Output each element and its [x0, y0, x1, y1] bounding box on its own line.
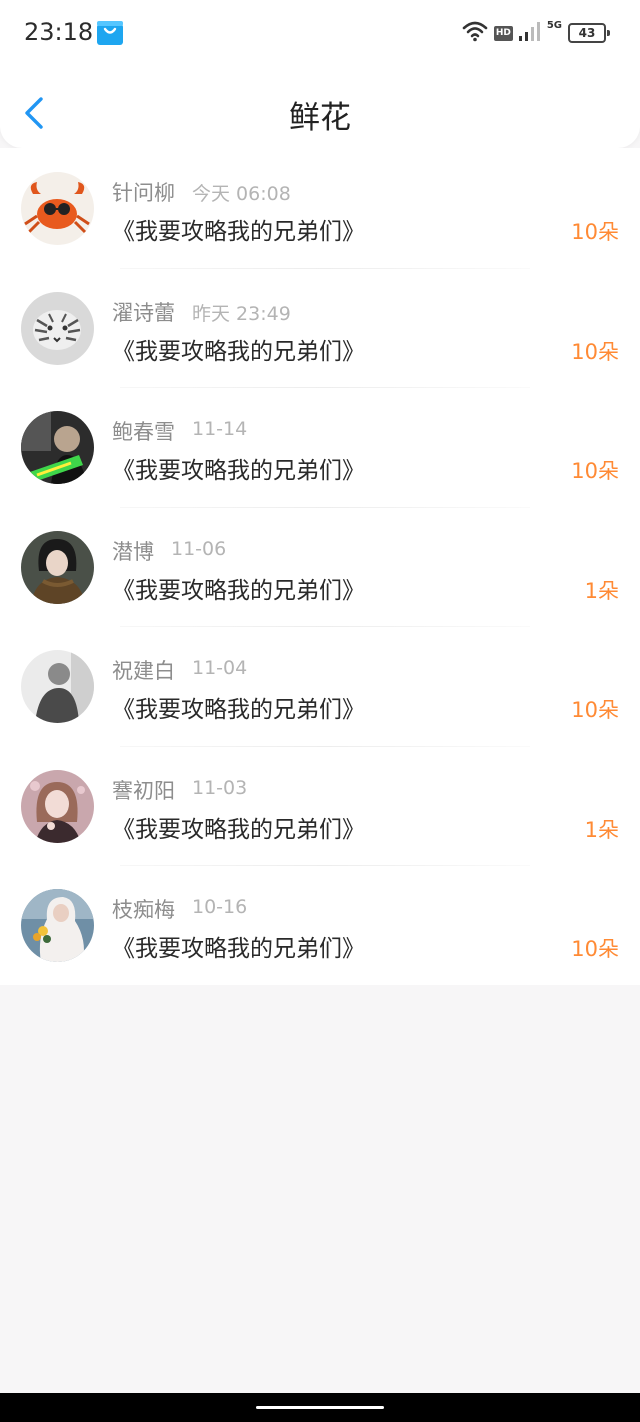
gift-list-item[interactable]: 鲍春雪 11-14 《我要攻略我的兄弟们》 10朵 [0, 387, 640, 507]
status-bar: 23:18 HD 5G 43 [0, 0, 640, 66]
book-title: 《我要攻略我的兄弟们》 [112, 816, 365, 843]
gift-date: 10-16 [192, 896, 248, 918]
sender-name: 祝建白 [112, 659, 175, 683]
sender-name: 謇初阳 [112, 778, 175, 803]
status-icons: HD 5G 43 [462, 20, 610, 46]
flower-count: 1朵 [584, 817, 619, 842]
gift-date: 11-06 [171, 537, 227, 560]
book-title: 《我要攻略我的兄弟们》 [112, 338, 365, 365]
crab-avatar[interactable] [21, 172, 94, 245]
grey-figure-avatar[interactable] [21, 650, 94, 723]
gift-list-item[interactable]: 针问柳 今天 06:08 《我要攻略我的兄弟们》 10朵 [0, 148, 640, 268]
sender-name: 枝痴梅 [112, 898, 175, 922]
book-title: 《我要攻略我的兄弟们》 [112, 936, 365, 962]
bride-bouquet-avatar[interactable] [21, 889, 94, 962]
hd-badge: HD [493, 25, 513, 41]
gift-date: 11-14 [192, 418, 248, 440]
book-title: 《我要攻略我的兄弟们》 [112, 458, 365, 484]
man-sticker-avatar[interactable] [21, 411, 94, 484]
gift-list-item[interactable]: 祝建白 11-04 《我要攻略我的兄弟们》 10朵 [0, 626, 640, 746]
sender-name: 针问柳 [112, 181, 175, 205]
network-type: 5G [546, 20, 562, 31]
signal-icon [518, 21, 541, 45]
status-time: 23:18 [24, 18, 94, 46]
sender-name: 潜博 [112, 539, 154, 564]
gift-list-item[interactable]: 濯诗蕾 昨天 23:49 《我要攻略我的兄弟们》 10朵 [0, 267, 640, 387]
flower-gift-list: 针问柳 今天 06:08 《我要攻略我的兄弟们》 10朵 濯诗蕾 昨天 23:4… [0, 148, 640, 985]
flower-count: 10朵 [571, 220, 619, 244]
shopping-bag-icon [96, 18, 124, 46]
gift-list-item[interactable]: 枝痴梅 10-16 《我要攻略我的兄弟们》 10朵 [0, 865, 640, 985]
sender-name: 濯诗蕾 [112, 300, 175, 325]
gift-date: 今天 06:08 [192, 183, 291, 205]
battery-indicator: 43 [568, 23, 610, 43]
home-indicator[interactable] [256, 1406, 384, 1409]
flower-count: 10朵 [571, 339, 619, 364]
sender-name: 鲍春雪 [112, 420, 175, 444]
gift-date: 昨天 23:49 [192, 302, 291, 325]
book-title: 《我要攻略我的兄弟们》 [112, 577, 365, 604]
system-navigation-bar [0, 1393, 640, 1422]
flower-count: 10朵 [571, 937, 619, 961]
anime-girl-avatar[interactable] [21, 769, 94, 843]
gift-list-item[interactable]: 潜博 11-06 《我要攻略我的兄弟们》 1朵 [0, 506, 640, 626]
flower-count: 10朵 [571, 459, 619, 483]
app-header: 23:18 HD 5G 43 鲜花 [0, 0, 640, 148]
wifi-icon [462, 20, 488, 46]
page-title: 鲜花 [289, 100, 351, 136]
gift-list-item[interactable]: 謇初阳 11-03 《我要攻略我的兄弟们》 1朵 [0, 745, 640, 865]
gift-date: 11-03 [192, 776, 248, 799]
gift-date: 11-04 [192, 657, 248, 679]
flower-count: 1朵 [584, 578, 619, 603]
book-title: 《我要攻略我的兄弟们》 [112, 219, 365, 245]
tiger-avatar[interactable] [21, 291, 94, 365]
girl-scarf-avatar[interactable] [21, 530, 94, 604]
flower-count: 10朵 [571, 698, 619, 722]
book-title: 《我要攻略我的兄弟们》 [112, 697, 365, 723]
